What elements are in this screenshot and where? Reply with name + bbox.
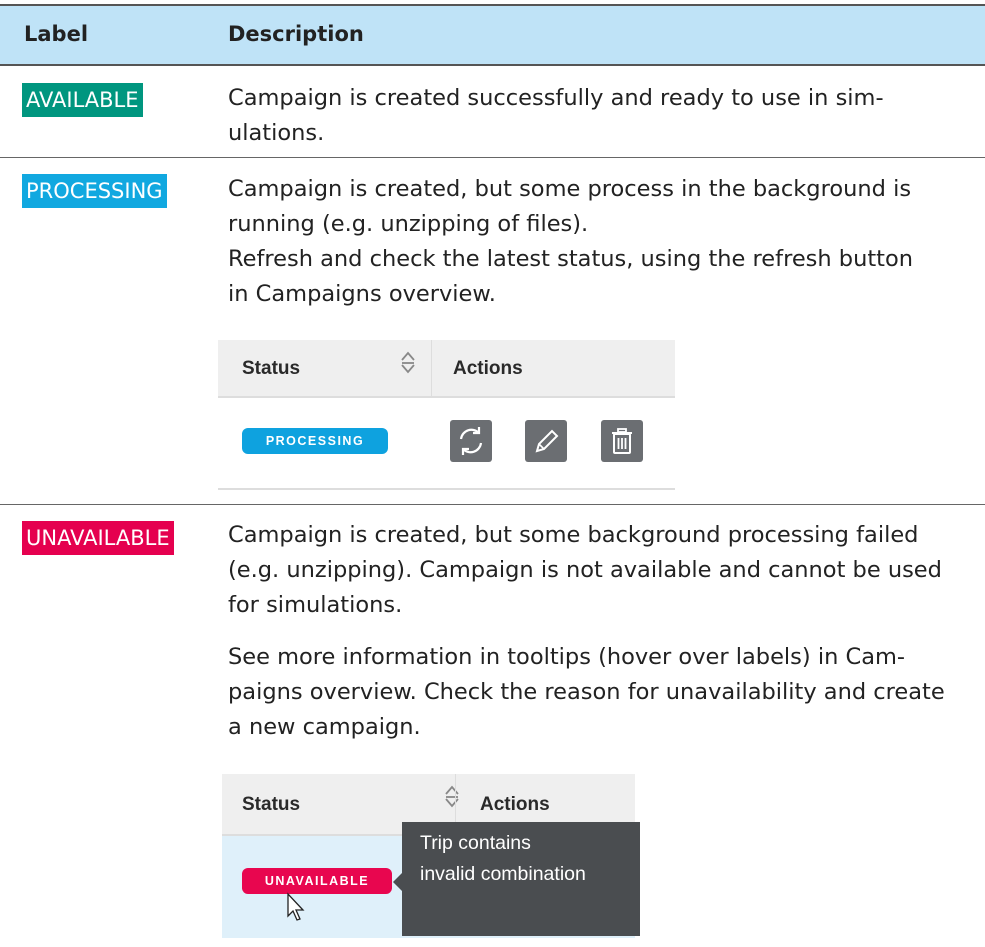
refresh-icon — [459, 427, 483, 455]
tooltip: Trip contains invalid combination — [402, 822, 640, 936]
status-column-header: Status — [242, 794, 301, 815]
description-line: Refresh and check the latest status, usi… — [228, 246, 914, 272]
description-line: (e.g. unzipping). Campaign is not availa… — [228, 557, 942, 583]
refresh-button[interactable] — [450, 420, 492, 462]
status-column-header: Status — [242, 358, 301, 379]
row-divider — [0, 157, 985, 158]
description-line: Campaign is created, but some process in… — [228, 176, 912, 202]
unavailable-pill[interactable]: UNAVAILABLE — [242, 868, 392, 894]
actions-column-header: Actions — [480, 794, 550, 815]
description-line: for simulations. — [228, 592, 403, 618]
delete-button[interactable] — [601, 420, 643, 462]
mini-table-header: Status Actions — [218, 340, 675, 398]
header-label: Label — [24, 22, 89, 46]
column-divider — [431, 340, 432, 398]
description-line: See more information in tooltips (hover … — [228, 644, 906, 670]
edit-button[interactable] — [525, 420, 567, 462]
actions-column-header: Actions — [453, 358, 523, 379]
status-labels-table: Label Description AVAILABLE Campaign is … — [0, 0, 985, 947]
tooltip-line: invalid combination — [420, 863, 586, 885]
label-processing: PROCESSING — [22, 174, 167, 208]
description-line: in Campaigns overview. — [228, 281, 496, 307]
description-line: a new campaign. — [228, 714, 421, 740]
tooltip-line: Trip contains — [420, 832, 531, 854]
description-unavailable-more: See more information in tooltips (hover … — [228, 640, 968, 745]
description-line: Campaign is created successfully and rea… — [228, 85, 884, 111]
mouse-cursor-icon — [287, 892, 305, 921]
label-unavailable: UNAVAILABLE — [22, 521, 174, 555]
description-line: paigns overview. Check the reason for un… — [228, 679, 945, 705]
description-processing: Campaign is created, but some process in… — [228, 172, 968, 312]
processing-pill: PROCESSING — [242, 428, 388, 454]
row-divider — [0, 504, 985, 505]
label-available: AVAILABLE — [22, 83, 143, 117]
sort-icon[interactable] — [401, 350, 415, 374]
table-header: Label Description — [0, 4, 985, 66]
description-line: ulations. — [228, 120, 325, 146]
header-description: Description — [228, 22, 364, 46]
pencil-icon — [535, 429, 559, 453]
processing-screenshot: Status Actions PROCESSING — [218, 340, 675, 490]
sort-icon[interactable] — [445, 784, 459, 808]
description-line: Campaign is created, but some background… — [228, 522, 919, 548]
unavailable-screenshot: Status Actions UNAVAILABLE Trip contains… — [222, 774, 640, 938]
description-unavailable: Campaign is created, but some background… — [228, 518, 968, 623]
description-available: Campaign is created successfully and rea… — [228, 81, 968, 151]
tooltip-arrow — [393, 873, 402, 891]
trash-icon — [612, 428, 632, 454]
mini-row-bottom — [218, 488, 675, 490]
description-line: running (e.g. unzipping of files). — [228, 211, 589, 237]
